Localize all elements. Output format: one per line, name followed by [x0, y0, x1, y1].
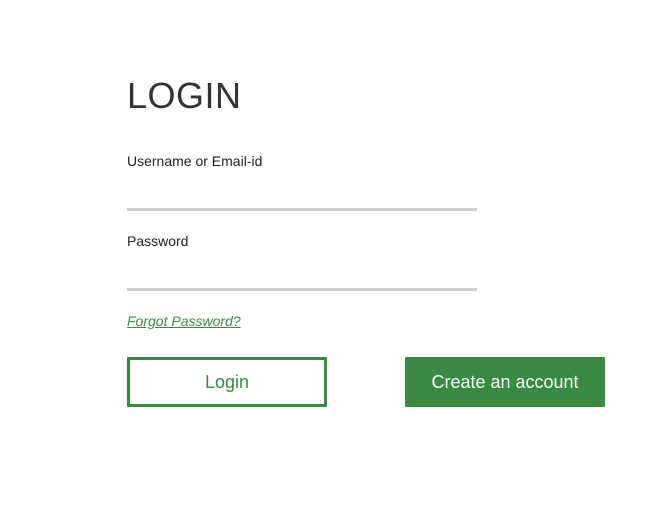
password-input[interactable] — [127, 260, 477, 291]
username-input[interactable] — [127, 180, 477, 211]
page-title: LOGIN — [127, 75, 242, 116]
create-account-button[interactable]: Create an account — [405, 357, 605, 407]
forgot-password-link[interactable]: Forgot Password? — [127, 312, 241, 330]
login-button-label: Login — [204, 371, 250, 392]
username-label: Username or Email-id — [127, 153, 263, 169]
login-button[interactable]: Login — [127, 357, 327, 407]
login-page: LOGIN Username or Email-id Password Forg… — [0, 0, 659, 525]
create-account-button-label: Create an account — [431, 371, 579, 392]
password-label: Password — [127, 233, 189, 249]
